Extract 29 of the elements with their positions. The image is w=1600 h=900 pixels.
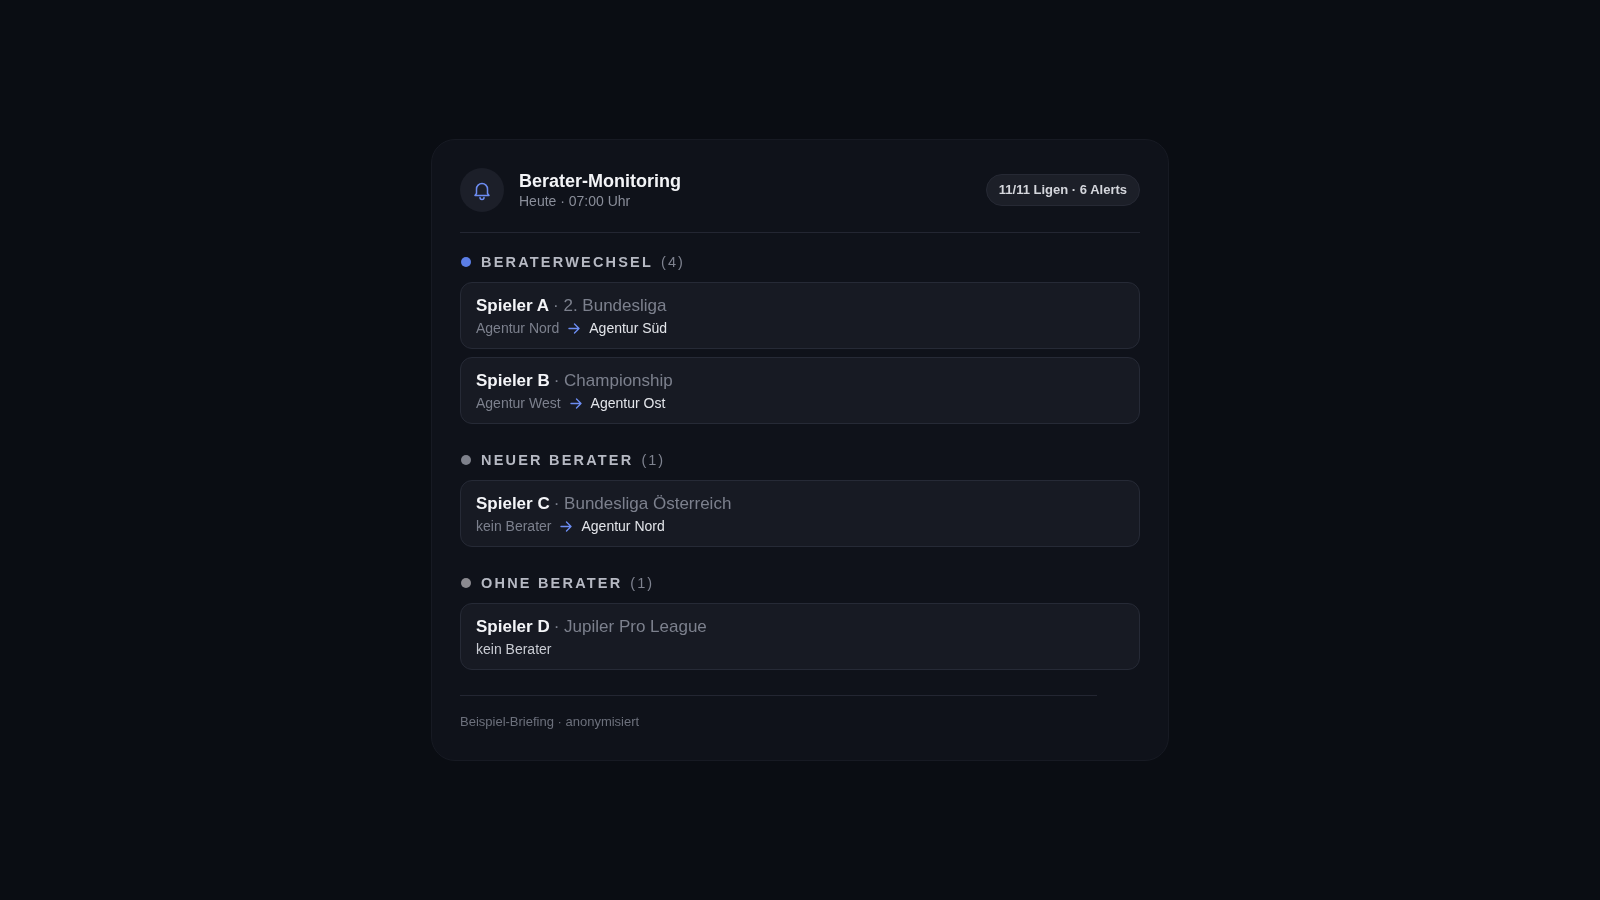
section-count: (4) xyxy=(661,253,685,271)
previous-agency: Agentur Nord xyxy=(476,319,560,337)
section-label: BERATERWECHSEL xyxy=(481,253,654,271)
agent-status: kein Berater xyxy=(476,640,552,658)
previous-agency: kein Berater xyxy=(476,517,552,535)
section-label: OHNE BERATER xyxy=(481,574,623,592)
new-agency: Agentur Ost xyxy=(590,394,666,412)
player-name: Spieler D xyxy=(476,616,550,638)
previous-agency: Agentur West xyxy=(476,394,561,412)
footer-note: Beispiel-Briefing · anonymisiert xyxy=(460,713,640,730)
league-name: · Bundesliga Österreich xyxy=(553,493,732,515)
arrow-right-icon xyxy=(560,520,573,532)
section-count: (1) xyxy=(641,451,666,469)
section-label: NEUER BERATER xyxy=(481,451,634,469)
league-name: · Championship xyxy=(553,370,673,392)
new-agency: Agentur Süd xyxy=(589,319,668,337)
bell-icon xyxy=(460,168,504,212)
new-agency: Agentur Nord xyxy=(581,517,665,535)
card-title: Berater-Monitoring xyxy=(519,170,681,192)
arrow-right-icon xyxy=(568,322,581,334)
section-count: (1) xyxy=(630,574,655,592)
card-subtitle: Heute · 07:00 Uhr xyxy=(519,192,631,210)
summary-badge: 11/11 Ligen · 6 Alerts xyxy=(985,174,1140,206)
player-name: Spieler B xyxy=(476,370,550,392)
player-name: Spieler A xyxy=(476,295,550,317)
league-name: · 2. Bundesliga xyxy=(553,295,667,317)
player-name: Spieler C xyxy=(476,493,550,515)
arrow-right-icon xyxy=(569,397,582,409)
league-name: · Jupiler Pro League xyxy=(553,616,707,638)
